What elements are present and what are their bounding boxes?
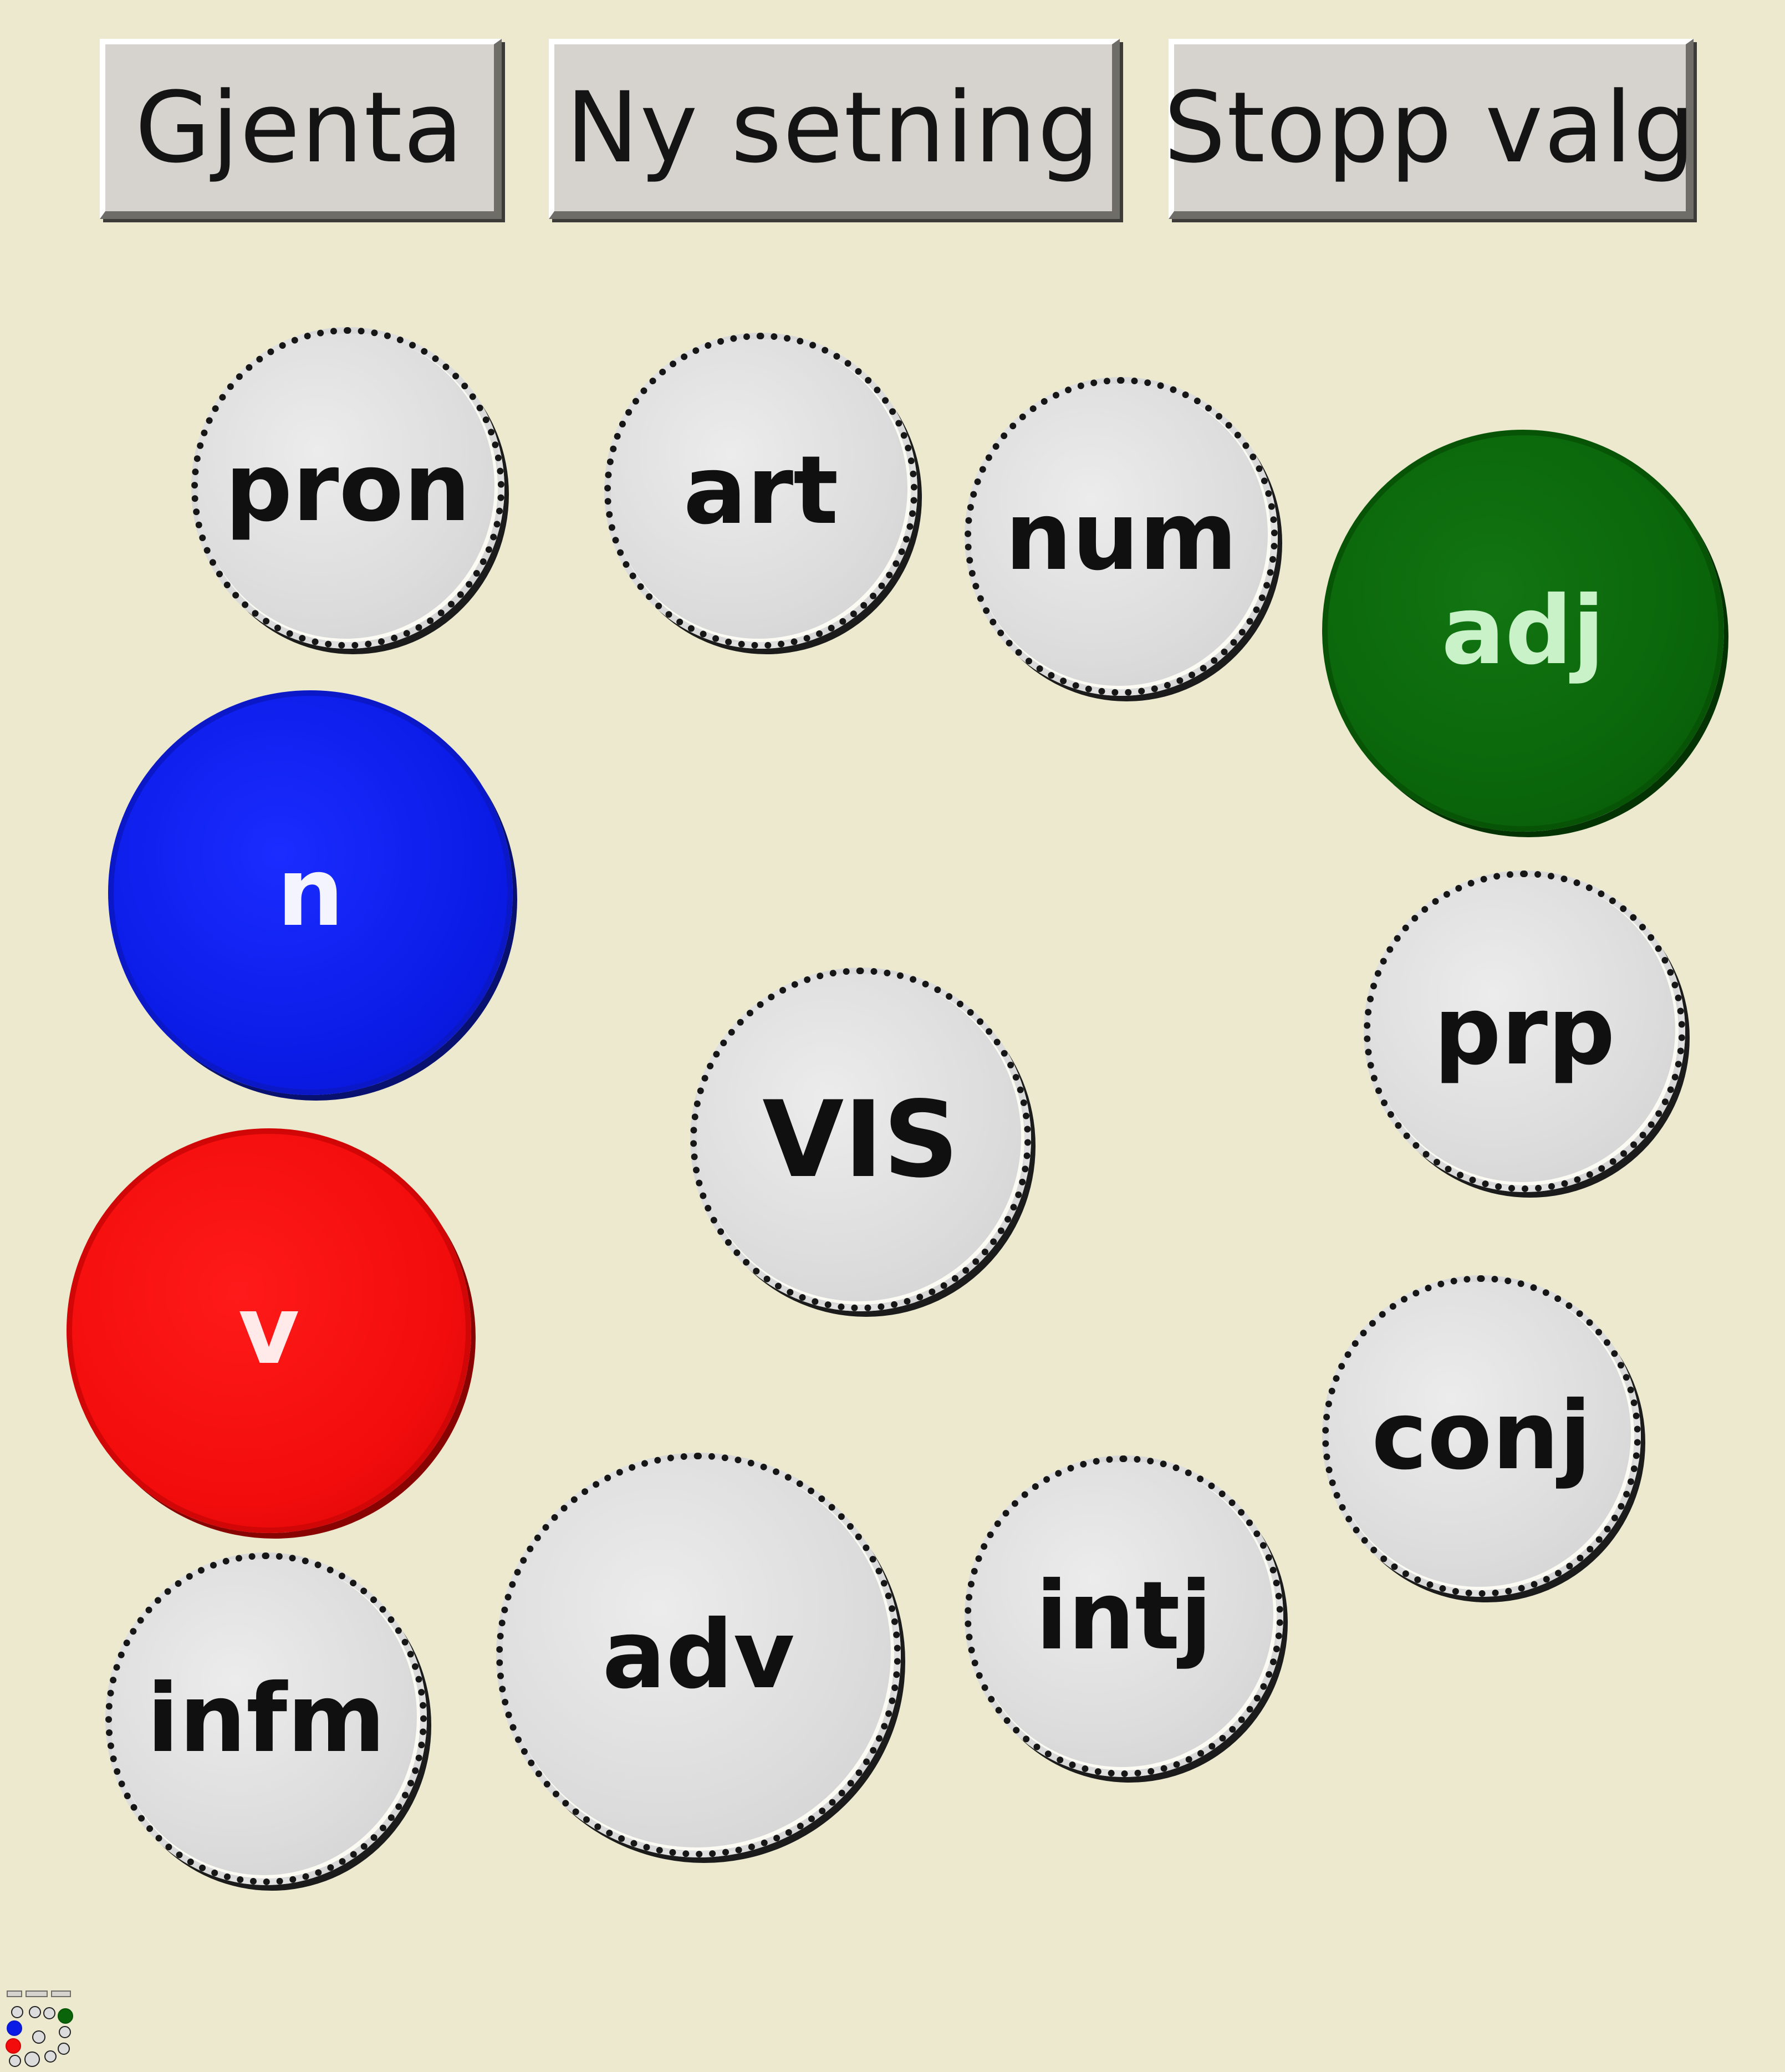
infm-bubble[interactable]: infm xyxy=(105,1552,427,1885)
prp-bubble[interactable]: prp xyxy=(1364,870,1685,1192)
thumbnail-dot xyxy=(58,2008,73,2024)
num-bubble[interactable]: num xyxy=(965,377,1278,696)
thumbnail-button xyxy=(51,1990,71,1997)
thumbnail-button xyxy=(26,1990,48,1997)
thumbnail-dot xyxy=(7,2020,22,2036)
thumbnail-button xyxy=(7,1990,22,1997)
thumbnail-dot xyxy=(29,2006,41,2018)
new-sentence-button[interactable]: Ny setning xyxy=(549,39,1120,219)
v-bubble[interactable]: v xyxy=(67,1128,471,1533)
thumbnail-dot xyxy=(43,2007,55,2019)
conj-bubble[interactable]: conj xyxy=(1322,1275,1641,1597)
thumbnail-dot xyxy=(44,2050,57,2063)
repeat-button[interactable]: Gjenta xyxy=(100,39,502,219)
intj-bubble[interactable]: intj xyxy=(965,1455,1283,1777)
adj-bubble[interactable]: adj xyxy=(1322,430,1724,832)
thumbnail-dot xyxy=(9,2055,21,2067)
thumbnail-dot xyxy=(11,2006,23,2018)
thumbnail-dot xyxy=(32,2030,45,2044)
n-bubble[interactable]: n xyxy=(108,690,513,1095)
thumbnail-preview xyxy=(3,1990,75,2068)
thumbnail-dot xyxy=(24,2051,40,2067)
adv-bubble[interactable]: adv xyxy=(496,1453,901,1857)
thumbnail-dot xyxy=(6,2038,21,2054)
vis-button[interactable]: VIS xyxy=(690,968,1031,1311)
stop-choice-button[interactable]: Stopp valg xyxy=(1164,39,1695,219)
thumbnail-dot xyxy=(58,2043,70,2055)
art-bubble[interactable]: art xyxy=(604,333,917,649)
pron-bubble[interactable]: pron xyxy=(191,327,504,649)
thumbnail-dot xyxy=(59,2026,71,2038)
